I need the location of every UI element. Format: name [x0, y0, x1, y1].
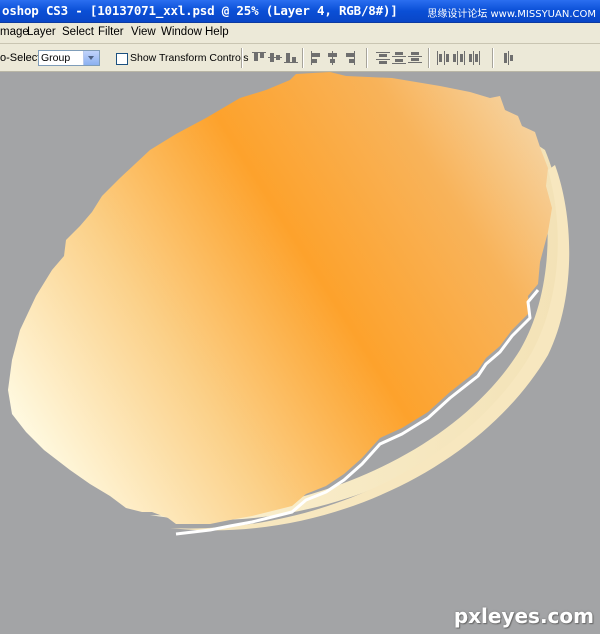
canvas [8, 72, 570, 536]
disc-top-face [8, 72, 552, 524]
pxleyes-watermark: pxleyes.com [453, 604, 594, 628]
